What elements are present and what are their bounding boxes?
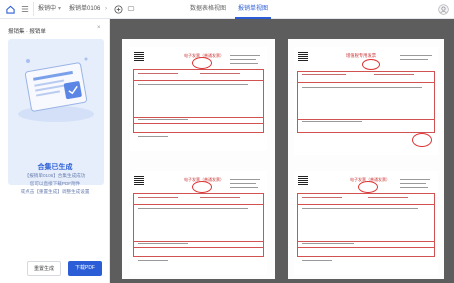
- invoice-frame: [297, 71, 435, 133]
- stamp: [362, 59, 380, 70]
- status-line-1: 【报销单0106】合集生成成功: [24, 173, 86, 178]
- qr-code: [134, 51, 144, 61]
- close-icon[interactable]: ×: [97, 25, 101, 31]
- invoice: 电子发票（普通发票）: [130, 47, 267, 151]
- left-panel: 报销集 · 报销单 × 合集已生成 【报销单0106】合集生成成功 您可以直接下…: [0, 19, 110, 283]
- status-line-2: 您可以直接下载PDF附件: [29, 181, 81, 186]
- qr-code: [134, 175, 144, 185]
- seal-stamp: [412, 133, 432, 147]
- status-line-3: 或点击【重置生成】调整生成设置: [20, 189, 90, 194]
- qr-code: [298, 175, 308, 185]
- download-pdf-button[interactable]: 下载PDF: [68, 261, 102, 276]
- document-illustration: [18, 57, 94, 122]
- qr-code: [298, 51, 308, 61]
- tab-reimbursement[interactable]: 报销单视图: [238, 4, 268, 14]
- stamp: [192, 181, 212, 193]
- crumb-doc[interactable]: 报销单0106: [69, 4, 100, 14]
- stamp: [358, 181, 378, 193]
- reset-button[interactable]: 重置生成: [27, 261, 61, 276]
- list-icon[interactable]: [20, 4, 30, 14]
- invoice-special: 增值税专用发票: [294, 47, 438, 155]
- chevron-right-icon: ›: [105, 6, 107, 12]
- pdf-preview[interactable]: 电子发票（普通发票） 电子发票（普通发票） 增值税专用发票 电子发票（普通发票）: [110, 19, 454, 283]
- invoice: 电子发票（普通发票）: [130, 171, 267, 275]
- user-icon[interactable]: [437, 3, 449, 15]
- divider: [33, 2, 34, 16]
- success-heading: 合集已生成: [37, 164, 73, 171]
- pdf-page-2: 增值税专用发票 电子发票（普通发票）: [288, 39, 444, 279]
- invoice: 电子发票（普通发票）: [294, 171, 438, 275]
- crumb-reimbursing[interactable]: 报销中: [38, 4, 56, 14]
- tab-data-table[interactable]: 数据表格视图: [190, 4, 226, 14]
- stamp: [192, 57, 212, 69]
- panel-breadcrumb: 报销集 · 报销单: [8, 29, 46, 35]
- home-icon[interactable]: [5, 4, 15, 14]
- plus-circle-icon[interactable]: [113, 4, 123, 14]
- comment-icon[interactable]: [126, 4, 136, 14]
- chevron-down-icon[interactable]: ▾: [58, 4, 61, 14]
- top-bar: 报销中 ▾ 报销单0106 › 数据表格视图 报销单视图: [0, 0, 454, 19]
- pdf-page-1: 电子发票（普通发票） 电子发票（普通发票）: [122, 39, 275, 279]
